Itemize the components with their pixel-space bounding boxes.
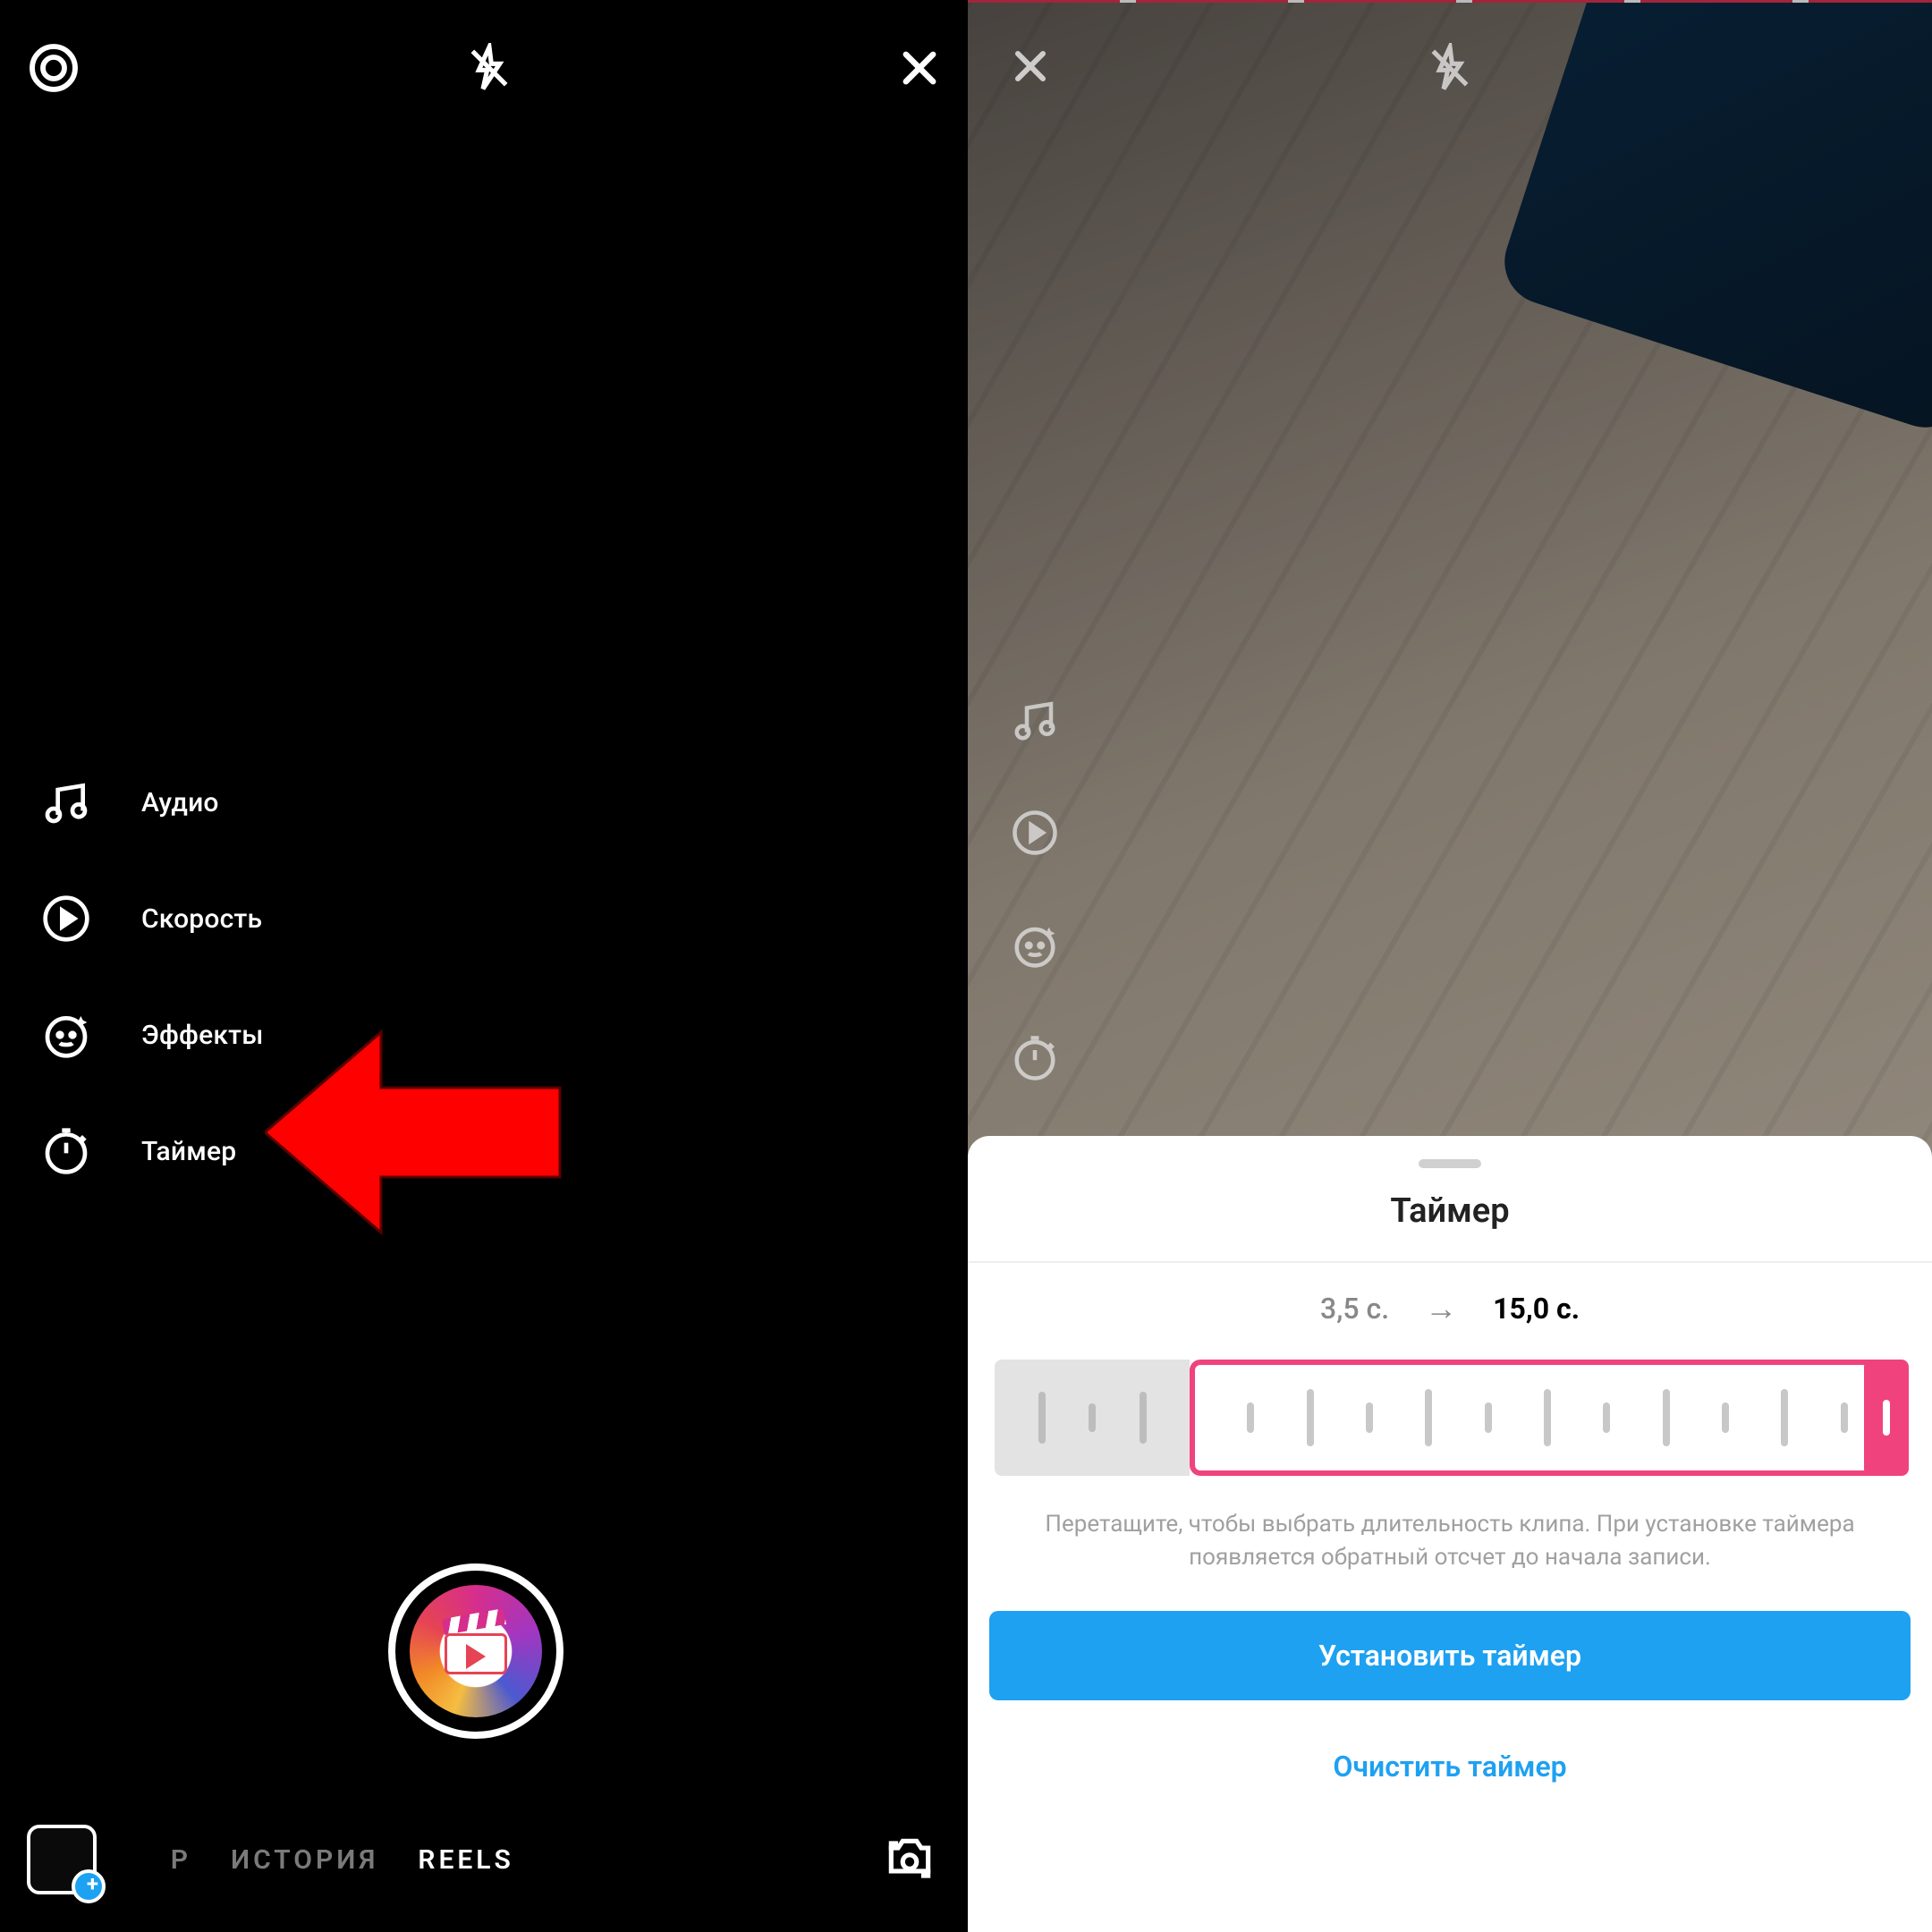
bottom-bar: + Р ИСТОРИЯ REELS — [0, 1810, 968, 1909]
tool-audio — [1007, 664, 1063, 776]
record-shutter-button[interactable] — [388, 1563, 564, 1739]
left-topbar — [0, 23, 968, 113]
annotation-arrow — [265, 998, 587, 1267]
timer-hint-text: Перетащите, чтобы выбрать длительность к… — [1030, 1508, 1870, 1575]
settings-gear-icon[interactable] — [25, 39, 82, 97]
sparkle-face-icon — [1007, 918, 1063, 973]
gallery-add-button[interactable]: + — [27, 1825, 97, 1894]
music-note-icon — [39, 775, 93, 829]
close-icon[interactable] — [1009, 45, 1052, 91]
slider-active-track — [1190, 1360, 1905, 1476]
timer-end-value: 15,0 с. — [1493, 1292, 1580, 1326]
arrow-right-icon: → — [1425, 1290, 1457, 1327]
clear-timer-label: Очистить таймер — [1333, 1750, 1566, 1784]
timer-start-value: 3,5 с. — [1320, 1292, 1389, 1326]
tool-speed[interactable]: Скорость — [39, 860, 264, 977]
tool-speed-label: Скорость — [141, 903, 262, 935]
mode-tab-history[interactable]: ИСТОРИЯ — [231, 1844, 378, 1876]
play-speed-icon — [39, 892, 93, 945]
reels-tools-menu-dimmed — [1007, 664, 1063, 1114]
mode-tab-reels[interactable]: REELS — [418, 1844, 513, 1876]
sheet-title: Таймер — [989, 1191, 1911, 1231]
camera-mode-tabs: Р ИСТОРИЯ REELS — [132, 1844, 843, 1876]
tool-timer[interactable]: Таймер — [39, 1093, 264, 1209]
timer-stopwatch-icon — [1007, 1030, 1063, 1086]
timer-bottom-sheet: Таймер 3,5 с. → 15,0 с. — [968, 1136, 1932, 1932]
tool-effects — [1007, 889, 1063, 1002]
set-timer-label: Установить таймер — [1318, 1639, 1581, 1673]
tool-speed — [1007, 776, 1063, 889]
timer-duration-slider[interactable] — [989, 1360, 1911, 1476]
slider-elapsed-track — [995, 1360, 1190, 1476]
timer-range-display: 3,5 с. → 15,0 с. — [989, 1290, 1911, 1327]
tool-timer — [1007, 1002, 1063, 1114]
timer-stopwatch-icon — [39, 1124, 93, 1178]
flash-off-icon[interactable] — [1425, 43, 1475, 93]
right-topbar — [968, 23, 1932, 113]
play-speed-icon — [1007, 805, 1063, 860]
slider-handle[interactable] — [1864, 1360, 1909, 1476]
timer-sheet-screen: Таймер 3,5 с. → 15,0 с. — [968, 0, 1932, 1932]
sparkle-face-icon — [39, 1008, 93, 1062]
reels-camera-screen: Аудио Скорость — [0, 0, 968, 1932]
music-note-icon — [1007, 692, 1063, 748]
mode-tab-clipped[interactable]: Р — [141, 1844, 191, 1876]
clear-timer-button[interactable]: Очистить таймер — [989, 1722, 1911, 1811]
set-timer-button[interactable]: Установить таймер — [989, 1611, 1911, 1700]
tool-audio-label: Аудио — [141, 787, 219, 818]
reels-tools-menu: Аудио Скорость — [39, 744, 264, 1209]
sheet-drag-handle[interactable] — [1419, 1159, 1481, 1168]
tool-timer-label: Таймер — [141, 1136, 236, 1167]
reels-logo-icon — [410, 1585, 542, 1717]
switch-camera-icon[interactable] — [878, 1828, 941, 1891]
tool-effects-label: Эффекты — [141, 1020, 264, 1051]
flash-off-icon[interactable] — [464, 43, 514, 93]
tool-audio[interactable]: Аудио — [39, 744, 264, 860]
tool-effects[interactable]: Эффекты — [39, 977, 264, 1093]
close-icon[interactable] — [896, 45, 943, 91]
